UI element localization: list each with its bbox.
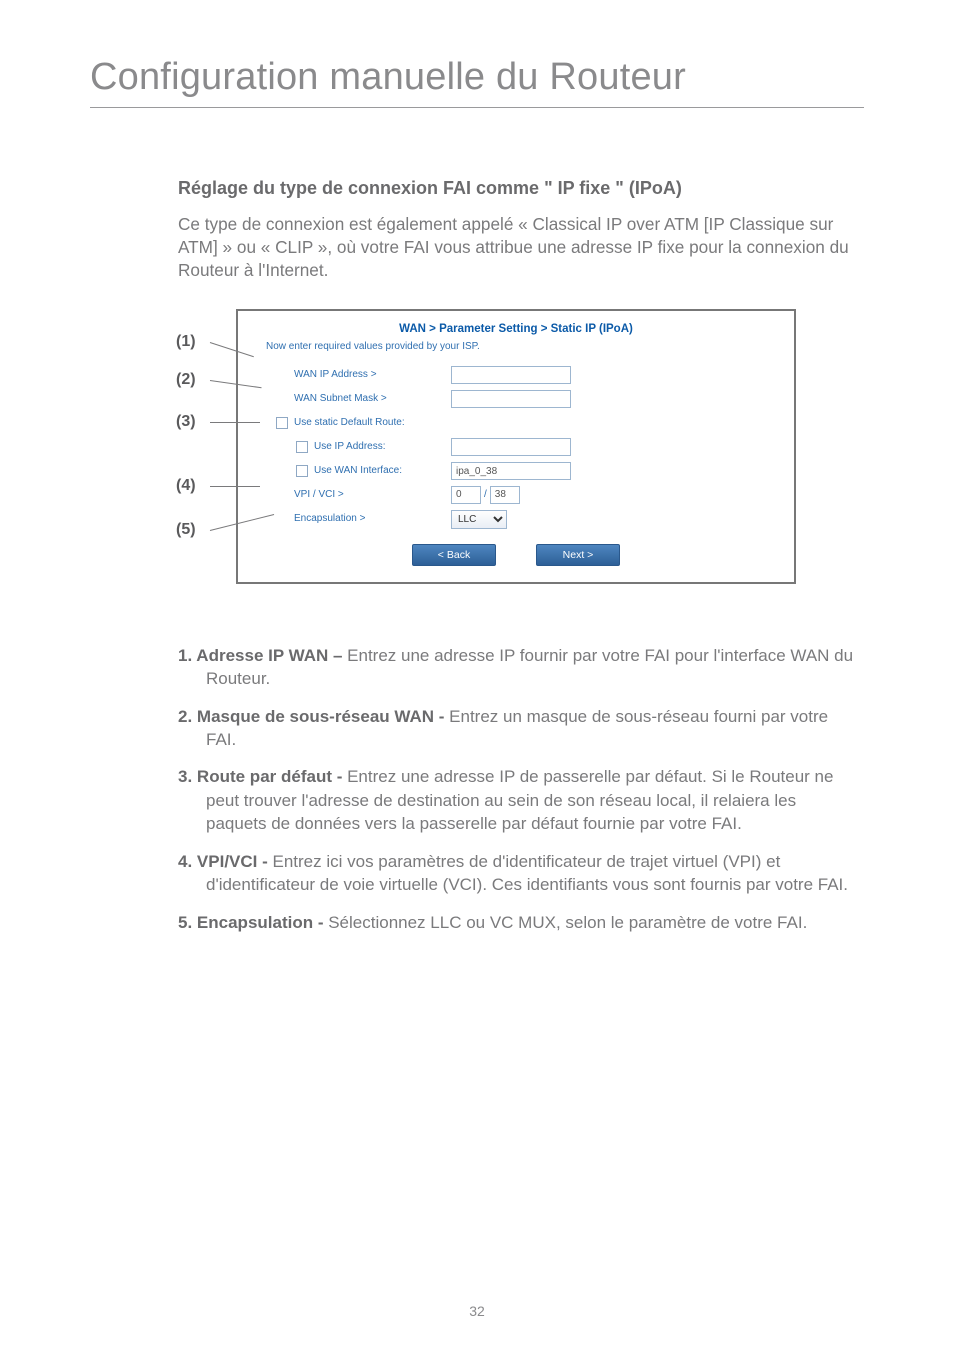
checkbox-use-wan-if[interactable] — [296, 465, 308, 477]
page-title: Configuration manuelle du Routeur — [90, 56, 864, 99]
use-ip-input[interactable] — [451, 438, 571, 456]
callout-5: (5) — [176, 521, 196, 539]
config-screenshot: (1) (2) (3) (4) (5) WAN > Parameter Sett… — [236, 309, 796, 584]
shot-title: WAN > Parameter Setting > Static IP (IPo… — [256, 323, 776, 335]
callout-4: (4) — [176, 477, 196, 495]
label-use-wan-if: Use WAN Interface: — [256, 465, 451, 477]
definition-5: Encapsulation - Sélectionnez LLC ou VC M… — [178, 911, 854, 934]
label-vpi-vci: VPI / VCI > — [256, 489, 451, 500]
page-number: 32 — [0, 1303, 954, 1319]
vpi-vci-separator: / — [481, 489, 490, 500]
vpi-input[interactable] — [451, 486, 481, 504]
label-static-route: Use static Default Route: — [256, 417, 451, 429]
encapsulation-select[interactable]: LLC — [451, 510, 507, 529]
definitions-list: Adresse IP WAN – Entrez une adresse IP f… — [178, 644, 854, 935]
definition-1: Adresse IP WAN – Entrez une adresse IP f… — [178, 644, 854, 691]
callout-1: (1) — [176, 333, 196, 351]
label-encapsulation: Encapsulation > — [256, 513, 451, 524]
title-rule — [90, 107, 864, 108]
shot-subtitle: Now enter required values provided by yo… — [266, 341, 776, 352]
definition-3: Route par défaut - Entrez une adresse IP… — [178, 765, 854, 835]
callout-2: (2) — [176, 371, 196, 389]
definition-4: VPI/VCI - Entrez ici vos paramètres de d… — [178, 850, 854, 897]
intro-paragraph: Ce type de connexion est également appel… — [178, 213, 854, 283]
back-button[interactable]: < Back — [412, 544, 496, 566]
checkbox-use-ip[interactable] — [296, 441, 308, 453]
label-use-ip: Use IP Address: — [256, 441, 451, 453]
label-wan-mask: WAN Subnet Mask > — [256, 393, 451, 404]
label-wan-ip: WAN IP Address > — [256, 369, 451, 380]
next-button[interactable]: Next > — [536, 544, 620, 566]
definition-2: Masque de sous-réseau WAN - Entrez un ma… — [178, 705, 854, 752]
wan-ip-input[interactable] — [451, 366, 571, 384]
section-heading: Réglage du type de connexion FAI comme "… — [178, 178, 854, 199]
wan-mask-input[interactable] — [451, 390, 571, 408]
callout-3: (3) — [176, 413, 196, 431]
checkbox-static-route[interactable] — [276, 417, 288, 429]
vci-input[interactable] — [490, 486, 520, 504]
wan-interface-input[interactable] — [451, 462, 571, 480]
